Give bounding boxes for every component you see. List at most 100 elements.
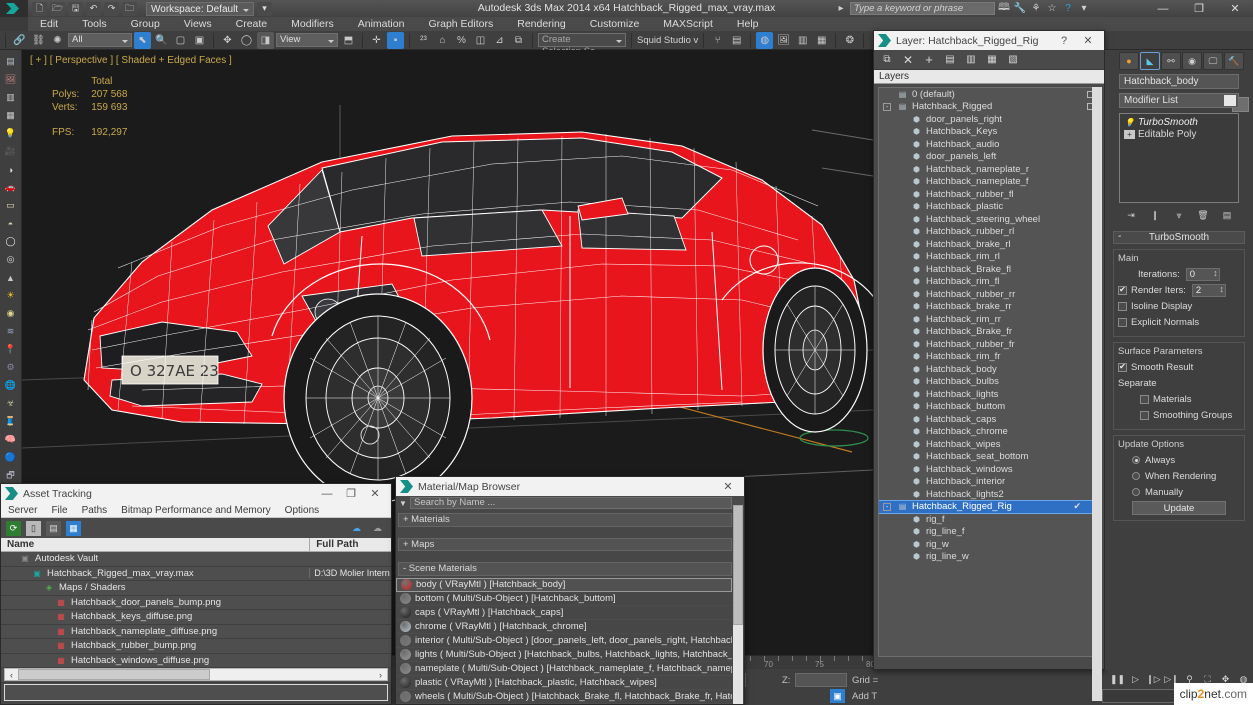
layer-row[interactable]: ⬢ Hatchback_rim_rl (879, 251, 1099, 264)
add-time-tag-label[interactable]: Add T (852, 691, 877, 702)
search-dropdown-icon[interactable]: ▸ (834, 2, 848, 15)
car-icon[interactable]: 🚗 (2, 179, 20, 196)
lightbulb-icon[interactable]: 💡 (1124, 118, 1135, 127)
active-layer-check-icon[interactable]: ✔ (1073, 501, 1081, 512)
set-project-icon[interactable]: 🗀 (122, 1, 137, 16)
vault-connect-icon[interactable]: ☁ (349, 521, 364, 536)
layer-row[interactable]: ⬢ Hatchback_windows (879, 463, 1099, 476)
mirror-icon[interactable]: ◫ (472, 32, 489, 49)
material-search-input[interactable]: Search by Name ... (410, 497, 732, 509)
asset-row[interactable]: ▦ Hatchback_nameplate_diffuse.png (1, 625, 391, 639)
snap-toggle-icon[interactable]: ✛ (368, 32, 385, 49)
maps-group-header[interactable]: + Maps (398, 537, 732, 551)
save-icon[interactable]: 🖫 (68, 1, 83, 16)
material-browser-scrollbar[interactable] (733, 505, 743, 704)
asset-row[interactable]: ▦ Hatchback_door_panels_bump.png (1, 596, 391, 610)
file-icon[interactable]: ▯ (26, 520, 41, 536)
scene-materials-list[interactable]: body ( VRayMtl ) [Hatchback_body] bottom … (396, 577, 744, 705)
stack-item-turbosmooth[interactable]: 💡 TurboSmooth (1122, 116, 1236, 128)
dome-icon[interactable]: ◓ (2, 215, 20, 232)
render-setup-icon[interactable]: 🖼 (775, 32, 792, 49)
render-iters-spinner[interactable]: 2 (1191, 283, 1226, 297)
material-browser-close-button[interactable]: ✕ (716, 477, 740, 496)
light-icon[interactable]: 💡 (2, 125, 20, 142)
select-scale-icon[interactable]: ◨ (257, 31, 274, 49)
material-row[interactable]: plastic ( VRayMtl ) [Hatchback_plastic, … (396, 676, 732, 690)
asset-menu-options[interactable]: Options (278, 505, 326, 516)
material-row[interactable]: nameplate ( Multi/Sub-Object ) [Hatchbac… (396, 662, 732, 676)
layer-row[interactable]: ⬢ Hatchback_lights (879, 388, 1099, 401)
open-icon[interactable]: 🗁 (50, 1, 65, 16)
utilities-tab[interactable]: 🔨 (1224, 52, 1244, 70)
workspace-dropdown-icon[interactable]: ▾ (257, 1, 272, 16)
table-view-icon[interactable]: ▦ (66, 520, 81, 536)
material-editor-icon[interactable]: ◍ (756, 31, 774, 49)
update-always-row[interactable]: Always (1132, 453, 1240, 467)
rendered-frame-window-icon[interactable]: ▥ (794, 32, 811, 49)
manage-layers-icon[interactable]: ⧉ (510, 32, 527, 49)
remove-modifier-icon[interactable]: 🗑 (1196, 208, 1211, 222)
layer-row[interactable]: ⬢ Hatchback_Keys (879, 126, 1099, 139)
layer-row[interactable]: ⬢ Hatchback_rubber_fr (879, 338, 1099, 351)
layer-row[interactable]: ⬢ Hatchback_rubber_fl (879, 188, 1099, 201)
menu-item-edit[interactable]: Edit (28, 17, 70, 31)
add-selection-icon[interactable]: + (922, 52, 936, 67)
layer-row[interactable]: ▤ 0 (default) (879, 88, 1099, 101)
keyframe-toggle-icon[interactable]: ▣ (830, 689, 845, 703)
layer-row[interactable]: ⬢ Hatchback_rubber_rr (879, 288, 1099, 301)
layer-dialog-help-button[interactable]: ? (1052, 31, 1076, 50)
menu-item-graph-editors[interactable]: Graph Editors (416, 17, 505, 31)
asset-row[interactable]: ▣ Autodesk Vault (1, 552, 391, 567)
menu-item-help[interactable]: Help (725, 17, 771, 31)
create-tab[interactable]: ● (1119, 52, 1139, 70)
ribbon-icon[interactable]: ❂ (841, 32, 858, 49)
update-when-rendering-row[interactable]: When Rendering (1132, 469, 1240, 483)
app-logo-icon[interactable] (0, 0, 28, 17)
hierarchy-tab[interactable]: ⚯ (1161, 52, 1181, 70)
minimize-button[interactable]: — (1145, 0, 1181, 17)
search-input[interactable]: Type a keyword or phrase (850, 2, 995, 15)
expand-collapse-icon[interactable]: - (883, 102, 891, 111)
biohazard-icon[interactable]: ☣ (2, 395, 20, 412)
modifier-stack[interactable]: 💡 TurboSmooth + Editable Poly (1119, 113, 1239, 203)
asset-close-button[interactable]: ✕ (363, 484, 387, 503)
materials-group-header[interactable]: + Materials (398, 513, 732, 527)
stack-item-editable-poly[interactable]: + Editable Poly (1122, 128, 1236, 140)
select-objects-icon[interactable]: ▤ (943, 53, 957, 67)
refresh-icon[interactable]: ⟳ (6, 520, 21, 536)
layer-row[interactable]: ⬢ Hatchback_rim_fr (879, 351, 1099, 364)
show-end-result-icon[interactable]: ❙ (1148, 208, 1163, 222)
globe-icon[interactable]: 🌐 (2, 377, 20, 394)
layer-row[interactable]: ⬢ rig_w (879, 538, 1099, 551)
layer-row[interactable]: ⬢ Hatchback_seat_bottom (879, 451, 1099, 464)
menu-item-customize[interactable]: Customize (578, 17, 652, 31)
sun-icon[interactable]: ☀ (2, 287, 20, 304)
chevron-down-icon[interactable]: ▾ (1077, 2, 1091, 15)
asset-horizontal-scrollbar[interactable]: ‹ › (4, 668, 388, 681)
scroll-right-arrow-icon[interactable]: › (374, 670, 387, 680)
layer-row[interactable]: ⬢ Hatchback_Brake_fr (879, 326, 1099, 339)
cursor-icon[interactable]: ⚘ (1029, 2, 1043, 15)
display-tab[interactable]: 🖵 (1203, 52, 1223, 70)
bind-space-warp-icon[interactable]: ✺ (49, 32, 66, 49)
sphere-blue-icon[interactable]: 🔵 (2, 449, 20, 466)
schematic-view-icon[interactable]: ▤ (728, 32, 745, 49)
asset-row[interactable]: ▦ Hatchback_keys_diffuse.png (1, 610, 391, 625)
pin-icon[interactable]: 📍 (2, 341, 20, 358)
disc-icon[interactable]: ◎ (2, 251, 20, 268)
configure-modifier-sets-icon[interactable]: ▤ (1220, 208, 1235, 222)
column-header-name[interactable]: Name (1, 538, 309, 551)
step-forward-icon[interactable]: ❙▷ (1146, 672, 1161, 686)
unlink-icon[interactable]: ⛓ (30, 32, 47, 49)
camera-icon[interactable]: 🎥 (2, 143, 20, 160)
layer-row[interactable]: ⬢ Hatchback_bulbs (879, 376, 1099, 389)
column-header-full-path[interactable]: Full Path (309, 538, 391, 551)
layer-row[interactable]: ⬢ door_panels_left (879, 151, 1099, 164)
layer-row[interactable]: - ▤ Hatchback_Rigged (879, 101, 1099, 114)
menu-item-rendering[interactable]: Rendering (505, 17, 577, 31)
pin-stack-icon[interactable]: ⇥ (1124, 208, 1139, 222)
make-unique-icon[interactable]: ⩔ (1172, 208, 1187, 222)
layer-row[interactable]: ⬢ Hatchback_nameplate_r (879, 163, 1099, 176)
render-frame-icon[interactable]: 🖼 (2, 71, 20, 88)
layers-list[interactable]: ▤ 0 (default) - ▤ Hatchback_Rigged ⬢ door_pane… (878, 87, 1100, 657)
